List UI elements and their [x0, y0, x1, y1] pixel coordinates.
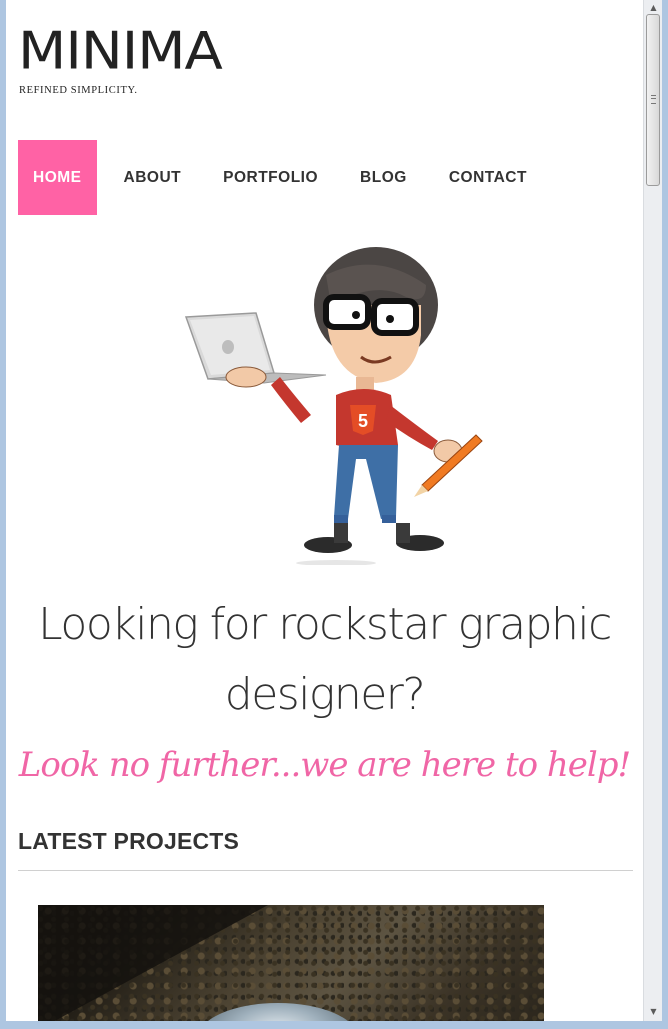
nav-item-about[interactable]: ABOUT	[97, 140, 203, 215]
window-bottom-edge	[0, 1021, 668, 1029]
latest-projects-title: LATEST PROJECTS	[18, 828, 240, 854]
scroll-up-icon[interactable]: ▲	[647, 1, 660, 14]
nav-item-contact[interactable]: CONTACT	[428, 140, 548, 215]
site-tagline: REFINED SIMPLICITY.	[19, 85, 138, 96]
nav-item-blog[interactable]: BLOG	[339, 140, 428, 215]
browser-window: MINIMA REFINED SIMPLICITY. HOME ABOUT PO…	[0, 0, 668, 1029]
nav-item-portfolio[interactable]: PORTFOLIO	[202, 140, 339, 215]
project-thumbnail[interactable]	[38, 905, 544, 1021]
hero-headline: Looking for rockstar graphic designer?	[6, 590, 643, 730]
page-viewport: MINIMA REFINED SIMPLICITY. HOME ABOUT PO…	[6, 0, 643, 1021]
scroll-down-icon[interactable]: ▼	[647, 1005, 660, 1018]
nav-item-home[interactable]: HOME	[18, 140, 97, 215]
section-divider	[18, 870, 633, 871]
main-nav: HOME ABOUT PORTFOLIO BLOG CONTACT	[18, 140, 548, 215]
hero-subheadline: Look no further...we are here to help!	[18, 745, 631, 785]
scroll-grip-icon	[651, 95, 656, 104]
hero-headline-line2: designer?	[224, 669, 426, 720]
project-image-shadow	[38, 905, 268, 1021]
hero-headline-line1: Looking for rockstar graphic	[38, 599, 612, 650]
scroll-thumb[interactable]	[646, 14, 660, 186]
svg-text:5: 5	[358, 411, 368, 431]
site-logo[interactable]: MINIMA	[18, 26, 223, 78]
vertical-scrollbar[interactable]: ▲ ▼	[643, 0, 662, 1021]
designer-character-icon: 5	[184, 247, 483, 565]
